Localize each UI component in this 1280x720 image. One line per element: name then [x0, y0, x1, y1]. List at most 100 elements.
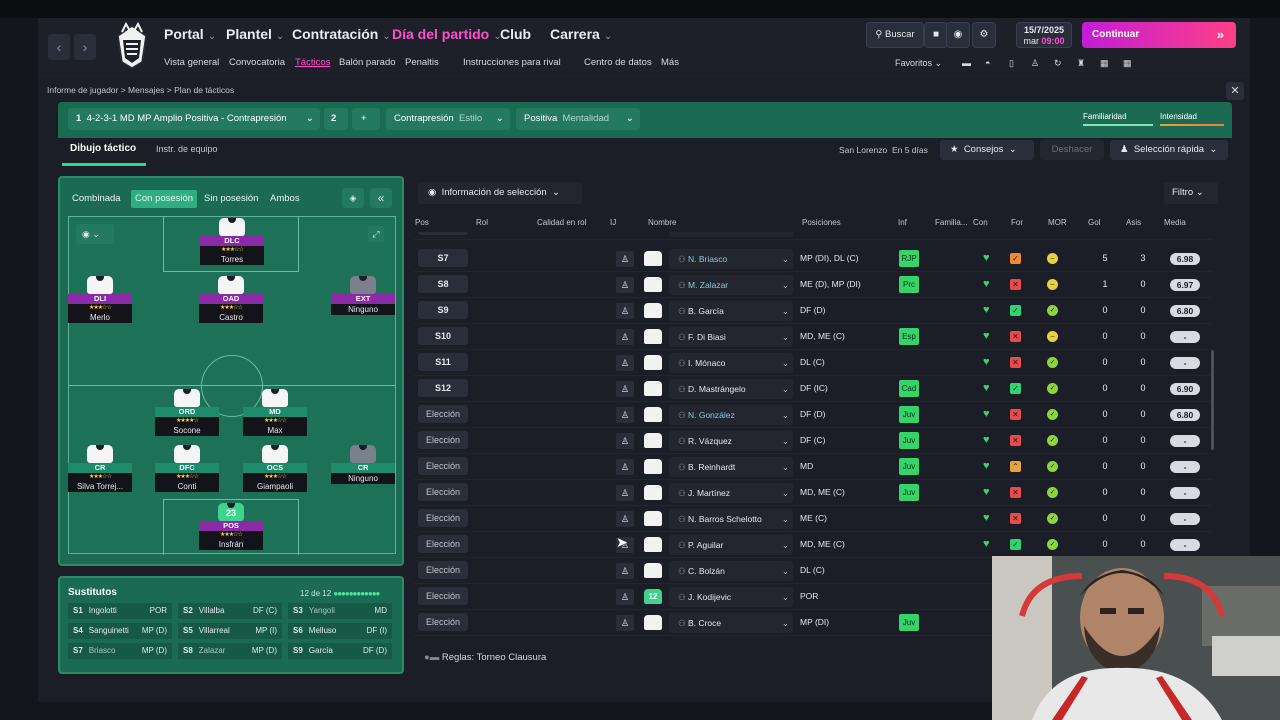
- pitch-player[interactable]: EXT Ninguno: [331, 276, 395, 315]
- people-icon[interactable]: ♙: [1031, 58, 1039, 69]
- position-select[interactable]: S7: [418, 249, 468, 267]
- scrollbar[interactable]: [1211, 350, 1214, 450]
- player-profile-icon[interactable]: ♙: [616, 589, 634, 605]
- column-header[interactable]: Media: [1164, 218, 1186, 227]
- column-header[interactable]: Con: [973, 218, 988, 227]
- player-name-select[interactable]: ⚇ D. Mastrángelo ⌄: [669, 379, 793, 399]
- column-header[interactable]: Rol: [476, 218, 488, 227]
- column-header[interactable]: IJ: [610, 218, 616, 227]
- pitch-tab-in-possession[interactable]: Con posesión: [131, 190, 198, 208]
- trophy-icon[interactable]: ♜: [1077, 58, 1085, 69]
- position-select[interactable]: Elección: [418, 535, 468, 553]
- sub-menu-item[interactable]: Convocatoria: [229, 57, 285, 68]
- pitch-tab-both[interactable]: Ambos: [266, 190, 304, 208]
- filter-button[interactable]: Filtro ⌄: [1164, 182, 1218, 204]
- tab-tactical-drawing[interactable]: Dibujo táctico: [70, 143, 136, 154]
- position-select[interactable]: [418, 232, 468, 235]
- player-profile-icon[interactable]: ♙: [616, 459, 634, 475]
- player-profile-icon[interactable]: ♙: [616, 329, 634, 345]
- substitute-slot[interactable]: S7 Briasco MP (D): [68, 643, 172, 659]
- table-row[interactable]: Elección ♙ ⚇ N. González ⌄ DF (D) Juv ♥ ✕ ✓ 0 0 6.8…: [414, 402, 1212, 428]
- settings-icon[interactable]: ⚙: [972, 22, 996, 48]
- team-icon[interactable]: ◓: [985, 58, 990, 68]
- selection-info-dropdown[interactable]: ◉ Información de selección ⌄: [418, 182, 582, 204]
- sub-menu-item[interactable]: Más: [661, 57, 679, 68]
- substitute-slot[interactable]: S5 Villarreal MP (I): [178, 623, 282, 639]
- bookmark-icon[interactable]: ■: [924, 22, 948, 48]
- forward-button[interactable]: ›: [74, 34, 96, 60]
- sub-menu-item[interactable]: Balón parado: [339, 57, 396, 68]
- table-row[interactable]: S10 ♙ ⚇ F. Di Biasi ⌄ MD, ME (C) Esp ♥ ✕ – 0 0 -: [414, 324, 1212, 350]
- sub-menu-item[interactable]: Tácticos: [295, 57, 330, 68]
- column-header[interactable]: Inf: [898, 218, 907, 227]
- position-select[interactable]: Elección: [418, 587, 468, 605]
- pitch-player[interactable]: DFC ★★★☆☆ Conti: [155, 445, 219, 492]
- pitch-view-icon[interactable]: ◈: [342, 188, 364, 208]
- position-select[interactable]: S11: [418, 353, 468, 371]
- position-select[interactable]: Elección: [418, 431, 468, 449]
- main-menu-item[interactable]: Plantel ⌄: [226, 26, 284, 42]
- back-button[interactable]: ‹: [48, 34, 70, 60]
- substitute-slot[interactable]: S3 Yangoli MD: [288, 603, 392, 619]
- column-header[interactable]: Calidad en rol: [537, 218, 586, 227]
- position-select[interactable]: Elección: [418, 613, 468, 631]
- position-select[interactable]: S8: [418, 275, 468, 293]
- refresh-icon[interactable]: ↻: [1054, 58, 1062, 69]
- player-name-select[interactable]: ⚇ N. Briasco ⌄: [669, 249, 793, 269]
- table-row[interactable]: S9 ♙ ⚇ B. García ⌄ DF (D) ♥ ✓ ✓ 0 0 6.80: [414, 298, 1212, 324]
- substitute-slot[interactable]: S6 Melluso DF (I): [288, 623, 392, 639]
- player-name-select[interactable]: ⚇ F. Di Biasi ⌄: [669, 327, 793, 347]
- player-name-select[interactable]: ⚇ P. Aguilar ⌄: [669, 535, 793, 555]
- player-name-select[interactable]: [669, 232, 793, 237]
- tactic-slot[interactable]: 2: [324, 108, 348, 130]
- substitute-slot[interactable]: S8 Zalazar MP (D): [178, 643, 282, 659]
- table-row-partial[interactable]: [414, 232, 1212, 240]
- position-select[interactable]: S10: [418, 327, 468, 345]
- quick-selection-button[interactable]: ♟ Selección rápida ⌄: [1110, 140, 1228, 160]
- player-name-select[interactable]: ⚇ B. Reinhardt ⌄: [669, 457, 793, 477]
- main-menu-item[interactable]: Contratación ⌄: [292, 26, 391, 42]
- add-tactic-button[interactable]: +: [352, 108, 380, 130]
- player-name-select[interactable]: ⚇ M. Zalazar ⌄: [669, 275, 793, 295]
- tab-team-instructions[interactable]: Instr. de equipo: [156, 144, 218, 154]
- pitch-tab-combined[interactable]: Combinada: [68, 190, 125, 208]
- player-name-select[interactable]: ⚇ N. Barros Schelotto ⌄: [669, 509, 793, 529]
- position-select[interactable]: Elección: [418, 457, 468, 475]
- position-select[interactable]: Elección: [418, 509, 468, 527]
- player-profile-icon[interactable]: ♙: [616, 615, 634, 631]
- position-select[interactable]: S9: [418, 301, 468, 319]
- table-row[interactable]: S8 ♙ ⚇ M. Zalazar ⌄ ME (D), MP (DI) Prc ♥ ✕ – 1 0 6…: [414, 272, 1212, 298]
- style-selector[interactable]: Contrapresión Estilo ⌄: [386, 108, 510, 130]
- tactic-selector[interactable]: 1 4-2-3-1 MD MP Amplio Positiva - Contra…: [68, 108, 320, 130]
- continue-button[interactable]: Continuar »: [1082, 22, 1236, 48]
- advice-button[interactable]: ★ Consejos ⌄: [940, 140, 1034, 160]
- pitch-player[interactable]: OAD ★★★☆☆ Castro: [199, 276, 263, 323]
- player-profile-icon[interactable]: ♙: [616, 407, 634, 423]
- substitute-slot[interactable]: S4 Sanguinetti MP (D): [68, 623, 172, 639]
- chat-icon[interactable]: ▬: [962, 58, 971, 68]
- player-name-select[interactable]: ⚇ R. Vázquez ⌄: [669, 431, 793, 451]
- player-profile-icon[interactable]: ♙: [616, 251, 634, 267]
- main-menu-item[interactable]: Carrera ⌄: [550, 26, 612, 42]
- player-profile-icon[interactable]: ♙: [616, 511, 634, 527]
- player-name-select[interactable]: ⚇ J. Kodijevic ⌄: [669, 587, 793, 607]
- table-row[interactable]: S12 ♙ ⚇ D. Mastrángelo ⌄ DF (IC) Cad ♥ ✓ ✓ 0 0 6.90: [414, 376, 1212, 402]
- table-row[interactable]: S7 ♙ ⚇ N. Briasco ⌄ MP (DI), DL (C) RJP ♥ ✓ – 5 3 6…: [414, 246, 1212, 272]
- substitute-slot[interactable]: S2 Villalba DF (C): [178, 603, 282, 619]
- position-select[interactable]: Elección: [418, 561, 468, 579]
- sub-menu-item[interactable]: Centro de datos: [584, 57, 652, 68]
- player-name-select[interactable]: ⚇ B. Croce ⌄: [669, 613, 793, 633]
- pitch-player[interactable]: DLI ★★★☆☆ Merlo: [68, 276, 132, 323]
- pitch-player[interactable]: 23 POS ★★★☆☆ Insfrán: [199, 503, 263, 550]
- column-header[interactable]: MOR: [1048, 218, 1067, 227]
- favorites-menu[interactable]: Favoritos ⌄: [895, 58, 942, 69]
- player-profile-icon[interactable]: ♙: [616, 277, 634, 293]
- visibility-toggle[interactable]: ◉ ⌄: [76, 224, 114, 244]
- column-header[interactable]: Posiciones: [802, 218, 841, 227]
- breadcrumb-item[interactable]: Mensajes: [128, 85, 164, 95]
- close-icon[interactable]: ✕: [1226, 82, 1244, 100]
- breadcrumb-item[interactable]: Informe de jugador: [47, 85, 118, 95]
- player-name-select[interactable]: ⚇ I. Mónaco ⌄: [669, 353, 793, 373]
- expand-icon[interactable]: ⤢: [368, 226, 384, 242]
- main-menu-item[interactable]: Club: [500, 26, 531, 42]
